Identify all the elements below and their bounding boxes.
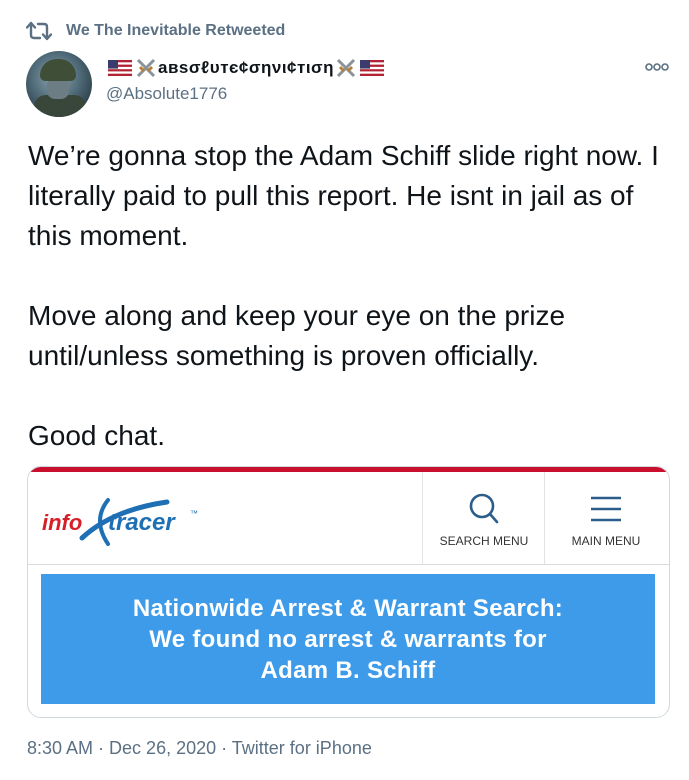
- main-menu-label: MAIN MENU: [571, 534, 641, 548]
- svg-text:info: info: [42, 510, 82, 535]
- retweet-context[interactable]: We The Inevitable Retweeted: [26, 18, 285, 44]
- us-flag-emoji: [360, 60, 385, 76]
- banner-line: We found no arrest & warrants for: [149, 625, 547, 653]
- banner-line: Adam B. Schiff: [260, 656, 436, 684]
- tweet-text: We’re gonna stop the Adam Schiff slide r…: [28, 140, 659, 451]
- svg-text:™: ™: [190, 509, 198, 518]
- more-options-icon[interactable]: [644, 60, 670, 74]
- tweet-source[interactable]: Twitter for iPhone: [232, 738, 372, 758]
- site-search-menu-button: SEARCH MENU: [422, 472, 545, 564]
- search-result-banner: Nationwide Arrest & Warrant Search: We f…: [41, 574, 655, 704]
- display-name-text: авѕσℓυтє¢σηνι¢тιση: [158, 58, 335, 77]
- tweet-meta: 8:30 AM · Dec 26, 2020 · Twitter for iPh…: [27, 738, 372, 759]
- site-header: info tracer ™ SEARCH MENU MAIN MENU: [28, 472, 669, 565]
- meta-separator: ·: [216, 738, 232, 758]
- display-name[interactable]: авѕσℓυтє¢σηνι¢тιση: [106, 56, 386, 80]
- meta-separator: ·: [93, 738, 110, 758]
- svg-text:tracer: tracer: [108, 509, 176, 536]
- hamburger-menu-icon: [591, 496, 621, 522]
- retweet-icon: [26, 21, 52, 41]
- tweet-image[interactable]: info tracer ™ SEARCH MENU MAIN MENU Nati…: [27, 466, 670, 718]
- us-flag-emoji: [108, 60, 132, 76]
- crossed-swords-emoji: [337, 58, 356, 78]
- infotracer-logo: info tracer ™: [42, 498, 198, 546]
- avatar[interactable]: [26, 51, 92, 117]
- site-main-menu-button: MAIN MENU: [544, 472, 667, 564]
- banner-line: Nationwide Arrest & Warrant Search:: [132, 594, 564, 622]
- tweet-time[interactable]: 8:30 AM: [27, 738, 93, 758]
- retweeted-by-text: We The Inevitable Retweeted: [66, 22, 286, 39]
- user-handle[interactable]: @Absolute1776: [106, 84, 386, 104]
- search-icon: [469, 493, 499, 524]
- search-menu-label: SEARCH MENU: [439, 534, 529, 548]
- tweet-date[interactable]: Dec 26, 2020: [109, 738, 216, 758]
- crossed-swords-emoji: [136, 58, 156, 78]
- author-info[interactable]: авѕσℓυтє¢σηνι¢тιση @Absolute1776: [106, 56, 386, 104]
